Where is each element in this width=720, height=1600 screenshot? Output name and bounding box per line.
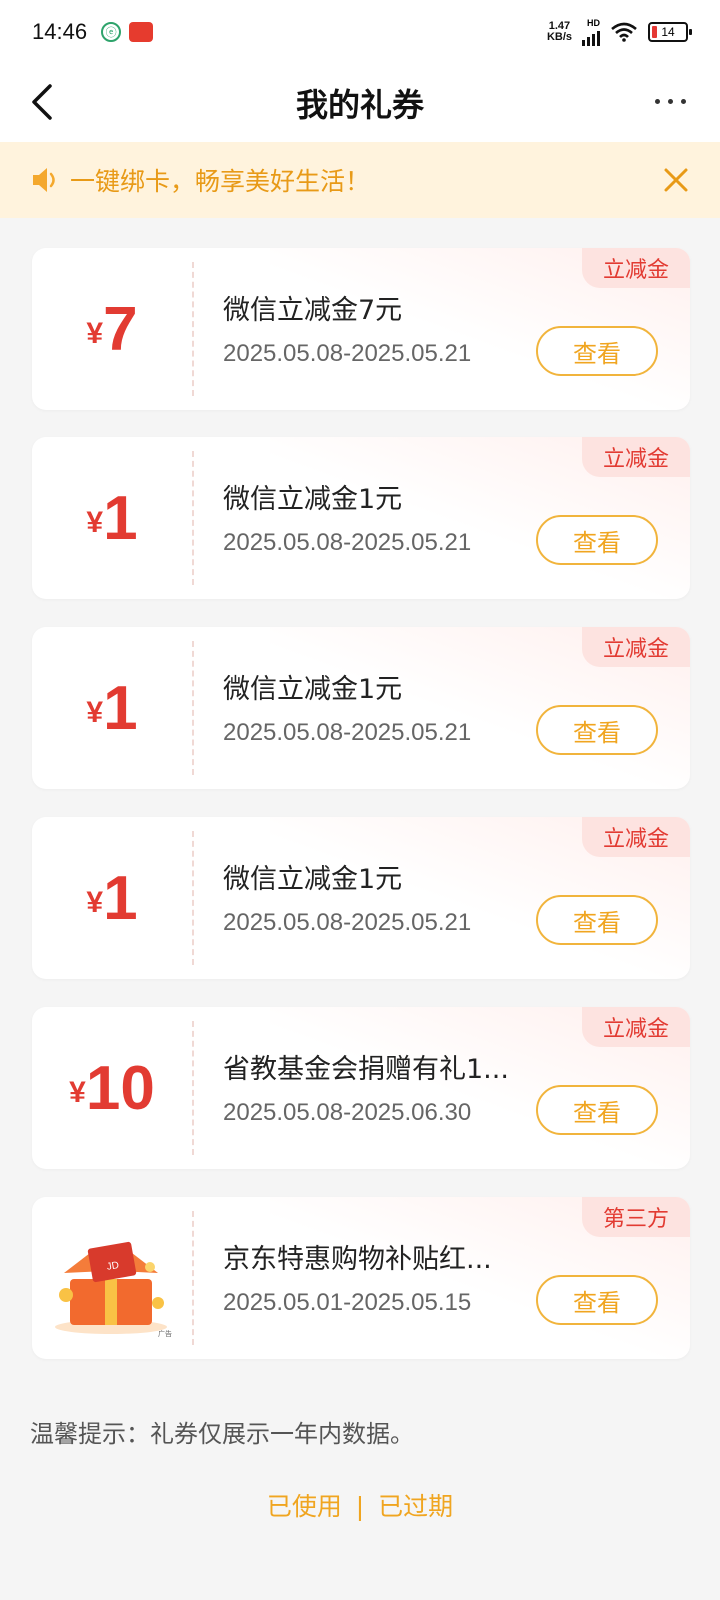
coupon-divider (192, 831, 194, 965)
coupon-divider (192, 262, 194, 396)
gift-box-icon: JD (55, 1241, 167, 1334)
gift-box-image: JD 广告 (46, 1223, 176, 1341)
coupon-name: 微信立减金1元 (223, 674, 403, 705)
coupon-date: 2025.05.08-2025.05.21 (223, 719, 472, 746)
notification-icons: ⓔ (101, 22, 154, 42)
expired-link[interactable]: 已过期 (378, 1492, 453, 1521)
view-button[interactable]: 查看 (536, 1085, 658, 1135)
close-icon[interactable] (660, 164, 692, 196)
coupon-tag: 立减金 (582, 1007, 690, 1047)
coupon-card[interactable]: ¥7 微信立减金7元 2025.05.08-2025.05.21 立减金 查看 (32, 248, 690, 410)
coupon-amount: ¥1 (86, 863, 138, 933)
view-button[interactable]: 查看 (536, 326, 658, 376)
view-button[interactable]: 查看 (536, 1275, 658, 1325)
status-bar: 14:46 ⓔ 1.47 KB/s HD 14 (0, 0, 720, 64)
notice-text: 一键绑卡，畅享美好生活！ (70, 167, 371, 196)
coupon-date: 2025.05.01-2025.05.15 (223, 1289, 472, 1316)
status-right: 1.47 KB/s HD 14 (546, 18, 692, 46)
coupon-name: 微信立减金1元 (223, 864, 403, 895)
coupon-amount: ¥1 (86, 673, 138, 743)
network-speed: 1.47 KB/s (546, 20, 572, 43)
signal-icon: HD (582, 18, 600, 46)
svg-text:JD: JD (106, 1260, 120, 1273)
page-title: 我的礼券 (295, 86, 424, 124)
coupon-date: 2025.05.08-2025.05.21 (223, 909, 472, 936)
coupon-divider (192, 1211, 194, 1345)
speaker-icon (33, 168, 55, 192)
status-time: 14:46 (32, 19, 88, 44)
coupon-amount: ¥10 (69, 1053, 155, 1123)
coupon-divider (192, 451, 194, 585)
history-links: 已使用 | 已过期 (0, 1487, 720, 1523)
view-button[interactable]: 查看 (536, 515, 658, 565)
tip-text: 温馨提示：礼券仅展示一年内数据。 (30, 1420, 414, 1448)
coupon-date: 2025.05.08-2025.05.21 (223, 529, 472, 556)
nav-bar: 我的礼券 (0, 64, 720, 142)
coupon-card[interactable]: ¥1 微信立减金1元 2025.05.08-2025.05.21 立减金 查看 (32, 437, 690, 599)
ad-label: 广告 (158, 1330, 172, 1338)
coupon-card[interactable]: JD 广告 京东特惠购物补贴红... 2025.05.01-2025.05.15… (32, 1197, 690, 1359)
wifi-icon (611, 22, 637, 42)
battery-icon: 14 (648, 22, 692, 42)
coupon-divider (192, 641, 194, 775)
coupon-card[interactable]: ¥10 省教基金会捐赠有礼1... 2025.05.08-2025.06.30 … (32, 1007, 690, 1169)
coupon-tag: 立减金 (582, 817, 690, 857)
used-link[interactable]: 已使用 (267, 1492, 342, 1521)
app-notification-icon: ⓔ (101, 22, 122, 42)
coupon-amount: ¥7 (86, 294, 138, 364)
link-separator: | (355, 1492, 365, 1521)
coupon-name: 微信立减金7元 (223, 295, 403, 326)
app2-notification-icon (129, 22, 154, 42)
coupon-name: 省教基金会捐赠有礼1... (223, 1054, 509, 1085)
coupon-tag: 立减金 (582, 437, 690, 477)
coupon-card[interactable]: ¥1 微信立减金1元 2025.05.08-2025.05.21 立减金 查看 (32, 817, 690, 979)
coupon-date: 2025.05.08-2025.05.21 (223, 340, 472, 367)
coupon-tag: 立减金 (582, 248, 690, 288)
coupon-date: 2025.05.08-2025.06.30 (223, 1099, 472, 1126)
coupon-divider (192, 1021, 194, 1155)
view-button[interactable]: 查看 (536, 895, 658, 945)
back-icon[interactable] (26, 82, 66, 122)
coupon-amount: ¥1 (86, 483, 138, 553)
view-button[interactable]: 查看 (536, 705, 658, 755)
more-options-icon[interactable] (650, 86, 690, 116)
coupon-tag: 第三方 (582, 1197, 690, 1237)
notice-banner[interactable]: 一键绑卡，畅享美好生活！ (0, 142, 720, 218)
coupon-card[interactable]: ¥1 微信立减金1元 2025.05.08-2025.05.21 立减金 查看 (32, 627, 690, 789)
coupon-name: 微信立减金1元 (223, 484, 403, 515)
coupon-tag: 立减金 (582, 627, 690, 667)
coupon-name: 京东特惠购物补贴红... (223, 1244, 492, 1275)
